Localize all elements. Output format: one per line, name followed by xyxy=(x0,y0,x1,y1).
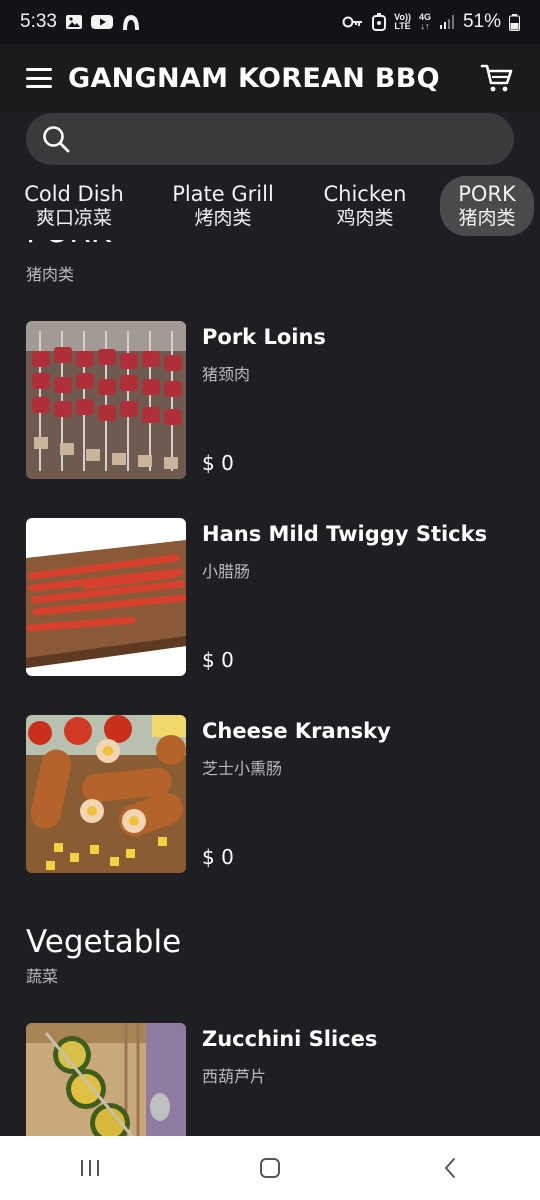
tab-pork[interactable]: PORK 猪肉类 xyxy=(440,176,534,236)
hamburger-menu-icon[interactable] xyxy=(26,68,52,88)
tab-plate-grill[interactable]: Plate Grill 烤肉类 xyxy=(166,176,280,236)
back-button[interactable] xyxy=(430,1148,470,1188)
product-image-pork-loins xyxy=(26,321,186,479)
home-icon xyxy=(260,1158,280,1178)
product-card[interactable]: Cheese Kransky 芝士小熏肠 $ 0 xyxy=(26,715,516,875)
network-type-indicator: 4G ↓↑ xyxy=(419,13,431,31)
recents-icon xyxy=(81,1160,99,1176)
product-image-twiggy-sticks xyxy=(26,518,186,676)
menu-content[interactable]: PORK 猪肉类 xyxy=(0,240,540,1136)
home-button[interactable] xyxy=(250,1148,290,1188)
app-notification-icon xyxy=(122,15,139,30)
status-bar: 5:33 Vo)) LTE 4G ↓↑ 51% xyxy=(0,0,540,44)
battery-percent: 51% xyxy=(462,11,501,32)
alarm-icon xyxy=(372,13,387,31)
tab-chicken[interactable]: Chicken 鸡肉类 xyxy=(316,176,414,236)
product-name: Pork Loins xyxy=(202,325,326,349)
signal-icon xyxy=(439,15,454,29)
gallery-icon xyxy=(65,15,82,29)
lte-text: LTE xyxy=(394,21,411,31)
product-name: Zucchini Slices xyxy=(202,1027,378,1051)
product-image-cheese-kransky xyxy=(26,715,186,873)
tab-label-zh: 爽口凉菜 xyxy=(35,207,112,229)
key-icon xyxy=(342,16,363,28)
product-card[interactable]: Zucchini Slices 西葫芦片 xyxy=(26,1023,516,1136)
battery-icon xyxy=(509,13,520,31)
product-image-zucchini-slices xyxy=(26,1023,186,1136)
product-name: Cheese Kransky xyxy=(202,719,391,743)
product-price: $ 0 xyxy=(202,451,234,475)
section-title: Vegetable xyxy=(26,924,182,960)
product-price: $ 0 xyxy=(202,648,234,672)
tab-label: PORK xyxy=(458,182,516,206)
data-arrows-icon: ↓↑ xyxy=(420,21,430,31)
app-header: GANGNAM KOREAN BBQ xyxy=(0,44,540,112)
section-subtitle: 猪肉类 xyxy=(26,267,75,284)
product-name-zh: 芝士小熏肠 xyxy=(202,761,283,778)
product-name-zh: 小腊肠 xyxy=(202,564,251,581)
product-name-zh: 猪颈肉 xyxy=(202,367,251,384)
tab-label: Chicken xyxy=(323,182,407,206)
shopping-cart-icon[interactable] xyxy=(480,62,514,94)
youtube-icon xyxy=(90,15,113,29)
system-nav-bar xyxy=(0,1136,540,1200)
tab-label-zh: 鸡肉类 xyxy=(336,207,394,229)
tab-label-zh: 烤肉类 xyxy=(194,207,252,229)
product-name: Hans Mild Twiggy Sticks xyxy=(202,522,488,546)
product-card[interactable]: Pork Loins 猪颈肉 $ 0 xyxy=(26,321,516,481)
back-icon xyxy=(445,1158,455,1178)
search-bar[interactable] xyxy=(26,113,514,165)
tab-label-zh: 猪肉类 xyxy=(458,207,516,229)
tab-cold-dish[interactable]: Cold Dish 爽口凉菜 xyxy=(22,176,126,236)
product-name-zh: 西葫芦片 xyxy=(202,1069,267,1086)
volte-indicator: Vo)) LTE xyxy=(394,13,411,31)
tab-label: Cold Dish xyxy=(24,182,124,206)
tab-label: Plate Grill xyxy=(172,182,274,206)
category-tabs: Cold Dish 爽口凉菜 Plate Grill 烤肉类 Chicken 鸡… xyxy=(0,172,540,240)
product-card[interactable]: Hans Mild Twiggy Sticks 小腊肠 $ 0 xyxy=(26,518,516,678)
app-title: GANGNAM KOREAN BBQ xyxy=(68,62,440,94)
product-price: $ 0 xyxy=(202,845,234,869)
search-input[interactable] xyxy=(80,127,484,151)
recents-button[interactable] xyxy=(70,1148,110,1188)
status-time: 5:33 xyxy=(20,11,57,32)
search-icon xyxy=(43,126,70,153)
section-title: PORK xyxy=(26,240,111,250)
section-subtitle: 蔬菜 xyxy=(26,969,59,986)
